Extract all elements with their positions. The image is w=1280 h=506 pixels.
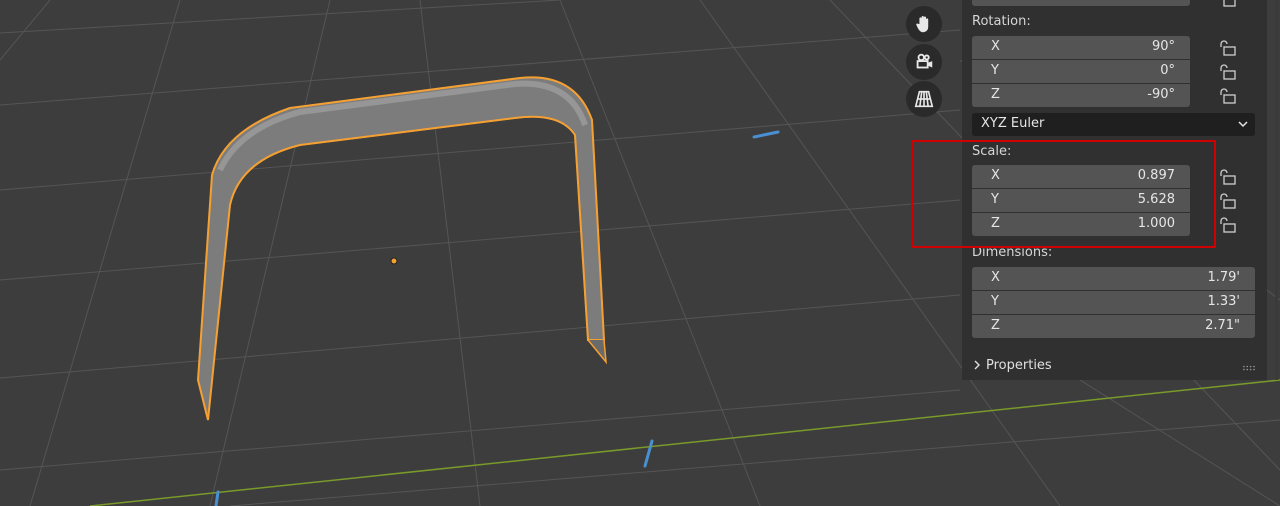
properties-section-header[interactable]: Properties [972, 358, 1052, 373]
drag-grip-icon[interactable] [1242, 365, 1256, 371]
lock-icon[interactable] [1218, 39, 1238, 57]
field-value: 0° [1160, 63, 1175, 78]
object-origin[interactable] [390, 257, 398, 265]
camera-icon [916, 53, 933, 69]
rotation-label: Rotation: [972, 14, 1031, 29]
field-value: 1.79' [1207, 270, 1240, 285]
chevron-down-icon [1238, 121, 1248, 128]
axis-label: Y [991, 63, 999, 78]
lock-icon[interactable] [1218, 63, 1238, 81]
dropdown-value: XYZ Euler [981, 116, 1045, 131]
lock-icon[interactable] [1218, 216, 1238, 234]
rotation-x-field[interactable]: X 90° [972, 36, 1190, 59]
lock-icon[interactable] [1218, 168, 1238, 186]
axis-label: X [991, 39, 1000, 54]
grid-view-icon [914, 90, 934, 108]
dimensions-x-field[interactable]: X 1.79' [972, 267, 1255, 290]
panel-scrollbar[interactable] [1275, 0, 1278, 380]
field-value: 90° [1151, 39, 1175, 54]
hand-icon [916, 16, 929, 33]
properties-label: Properties [986, 358, 1052, 373]
field-value: -90° [1147, 87, 1175, 102]
dimensions-z-field[interactable]: Z 2.71" [972, 315, 1255, 338]
axis-label: Y [991, 294, 999, 309]
camera-view-button[interactable] [906, 44, 942, 80]
axis-label: Z [991, 318, 1000, 333]
rotation-z-field[interactable]: Z -90° [972, 84, 1190, 107]
location-z-field-edge[interactable] [972, 0, 1190, 6]
field-value: 1.33' [1207, 294, 1240, 309]
lock-icon[interactable] [1218, 0, 1238, 8]
axis-label: Z [991, 87, 1000, 102]
field-value: 2.71" [1205, 318, 1240, 333]
lock-icon[interactable] [1218, 192, 1238, 210]
perspective-toggle-button[interactable] [906, 81, 942, 117]
lock-icon[interactable] [1218, 87, 1238, 105]
rotation-y-field[interactable]: Y 0° [972, 60, 1190, 83]
axis-label: X [991, 270, 1000, 285]
hand-pan-button[interactable] [906, 6, 942, 42]
chevron-right-icon [974, 360, 980, 370]
dimensions-y-field[interactable]: Y 1.33' [972, 291, 1255, 314]
rotation-mode-dropdown[interactable]: XYZ Euler [972, 113, 1255, 136]
scale-highlight-box [911, 140, 1216, 248]
